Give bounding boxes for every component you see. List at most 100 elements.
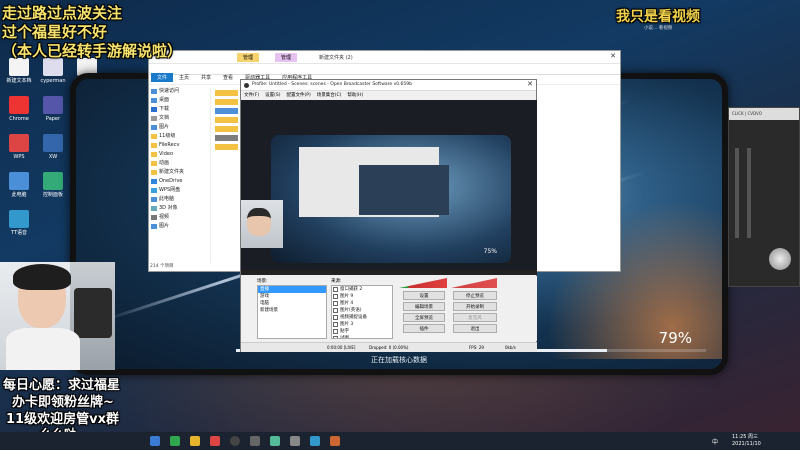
app-icon[interactable] (310, 436, 320, 446)
app-icon[interactable] (250, 436, 260, 446)
scene-item[interactable]: 新建场景 (258, 307, 326, 314)
source-item[interactable]: 贴字 (332, 328, 392, 335)
taskbar-time[interactable]: 11:25 周三 (732, 433, 758, 440)
settings-button[interactable]: 设置 (403, 291, 445, 300)
nav-item[interactable]: 动画 (149, 159, 210, 168)
folder-icon (151, 134, 157, 139)
source-list[interactable]: 窗口捕获 2图片 9图片 4图片(英语)视频捕捉设备图片 3贴字试图文本显示 3 (331, 285, 393, 339)
input-language[interactable]: 中 (712, 437, 718, 446)
folder-icon[interactable] (190, 436, 200, 446)
edit-scene-button[interactable]: 编辑场景 (403, 302, 445, 311)
desktop-app-icon (9, 96, 29, 114)
source-checkbox[interactable] (333, 315, 338, 320)
fader[interactable] (735, 148, 739, 238)
start-record-button[interactable]: 开始录制 (453, 302, 497, 311)
mic-audio-meter (451, 278, 497, 290)
source-checkbox[interactable] (333, 336, 338, 338)
source-item[interactable]: 图片(英语) (332, 307, 392, 314)
ribbon-tab[interactable]: 主页 (173, 73, 195, 82)
obs-menu-item[interactable]: 设置(S) (265, 93, 280, 98)
plugins-button[interactable]: 插件 (403, 324, 445, 333)
app-icon[interactable] (290, 436, 300, 446)
manage-tab[interactable]: 管理 (237, 53, 260, 62)
source-label: 视频捕捉设备 (340, 315, 367, 320)
ribbon-tab[interactable]: 文件 (151, 73, 174, 82)
nav-item[interactable]: 快速访问 (149, 87, 210, 96)
nav-item[interactable]: 视频 (149, 213, 210, 222)
desktop-icon[interactable]: Paper (36, 96, 70, 122)
nav-item[interactable]: 3D 对象 (149, 204, 210, 213)
desktop-icon[interactable]: TT语音 (2, 210, 36, 236)
obs-window[interactable]: Profile: Untitled - Scenes: scenes - Ope… (240, 79, 537, 352)
source-item[interactable]: 视频捕捉设备 (332, 314, 392, 321)
source-item[interactable]: 图片 4 (332, 300, 392, 307)
desktop-icon[interactable]: XW (36, 134, 70, 160)
stop-preview-button[interactable]: 停止预览 (453, 291, 497, 300)
desktop-icon[interactable]: 此电脑 (2, 172, 36, 198)
desktop-icon[interactable]: 控制面板 (36, 172, 70, 198)
scene-item[interactable]: 直播 (258, 286, 326, 293)
source-item[interactable]: 图片 3 (332, 321, 392, 328)
app-icon[interactable] (170, 436, 180, 446)
desktop-icon[interactable]: cyperman (36, 58, 70, 84)
desktop-icon-label: Chrome (9, 116, 29, 122)
close-icon[interactable]: ✕ (610, 52, 616, 60)
taskbar-date[interactable]: 2021/11/10 (732, 441, 761, 447)
ribbon-tab[interactable]: 共享 (195, 73, 217, 82)
app-icon[interactable] (270, 436, 280, 446)
obs-icon[interactable] (230, 436, 240, 446)
source-item[interactable]: 窗口捕获 2 (332, 286, 392, 293)
source-checkbox[interactable] (333, 294, 338, 299)
close-icon[interactable]: ✕ (527, 80, 533, 88)
obs-menu-item[interactable]: 配置文件(P) (286, 93, 310, 98)
source-item[interactable]: 试图 (332, 335, 392, 338)
source-checkbox[interactable] (333, 329, 338, 334)
nav-item[interactable]: FileRecv (149, 141, 210, 150)
nav-item-label: 快速访问 (159, 88, 180, 94)
mic-button[interactable]: 麦克风 (453, 313, 497, 322)
nav-item[interactable]: 文档 (149, 114, 210, 123)
nav-item[interactable]: 图片 (149, 123, 210, 132)
app-icon[interactable] (210, 436, 220, 446)
folder-icon (151, 125, 157, 130)
nav-item-label: 文档 (159, 115, 170, 121)
source-item[interactable]: 图片 9 (332, 293, 392, 300)
audio-mixer-window[interactable]: CLICK | CVDVO (728, 107, 800, 287)
nav-item[interactable]: 新建文件夹 (149, 168, 210, 177)
ribbon-tab[interactable]: 查看 (217, 73, 239, 82)
nav-item[interactable]: 图片 (149, 222, 210, 231)
source-checkbox[interactable] (333, 308, 338, 313)
knob-icon[interactable] (769, 248, 791, 270)
nav-item-label: 图片 (159, 223, 170, 229)
sources-label: 来源: (331, 279, 342, 284)
scene-item[interactable]: 电脑 (258, 300, 326, 307)
nav-item[interactable]: Video (149, 150, 210, 159)
fader[interactable] (747, 148, 751, 238)
obs-menu-item[interactable]: 文件(F) (244, 93, 259, 98)
desktop-app-icon (9, 210, 29, 228)
desktop-icon[interactable]: 新建文本档 (2, 58, 36, 84)
desktop-icon[interactable]: WPS (2, 134, 36, 160)
nav-item[interactable]: 11级级 (149, 132, 210, 141)
source-checkbox[interactable] (333, 287, 338, 292)
source-checkbox[interactable] (333, 322, 338, 327)
obs-menu-item[interactable]: 场景集合(C) (317, 93, 342, 98)
nav-item[interactable]: OneDrive (149, 177, 210, 186)
nav-item[interactable]: 桌面 (149, 96, 210, 105)
source-checkbox[interactable] (333, 301, 338, 306)
desktop-app-icon (43, 172, 63, 190)
nav-item[interactable]: WPS网盘 (149, 186, 210, 195)
scene-item[interactable]: 游戏 (258, 293, 326, 300)
exit-button[interactable]: 退出 (453, 324, 497, 333)
nav-item[interactable]: 此电脑 (149, 195, 210, 204)
app-icon[interactable] (330, 436, 340, 446)
nav-item[interactable]: 下载 (149, 105, 210, 114)
desktop-icon[interactable]: Chrome (2, 96, 36, 122)
watermark: 我只是看视频 (616, 9, 700, 25)
edge-icon[interactable] (150, 436, 160, 446)
preview-webcam (241, 200, 283, 248)
fullscreen-preview-button[interactable]: 全屏预览 (403, 313, 445, 322)
manage-tab[interactable]: 管理 (275, 53, 298, 62)
obs-menu-item[interactable]: 帮助(H) (347, 93, 363, 98)
scene-list[interactable]: 直播 游戏 电脑 新建场景 (257, 285, 327, 339)
